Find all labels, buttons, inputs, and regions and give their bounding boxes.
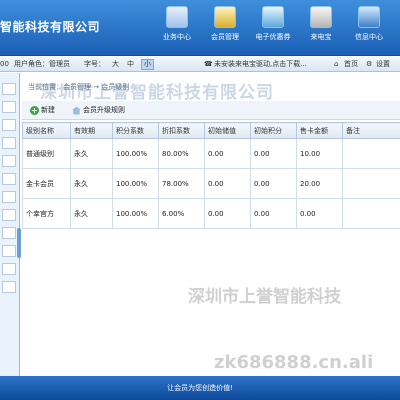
cell-card-price: 10.00 (296, 138, 343, 169)
sidebar-item[interactable] (2, 281, 16, 293)
sidebar-item[interactable] (2, 191, 16, 203)
new-button[interactable]: + 新建 (30, 101, 55, 120)
sidebar-item[interactable] (2, 155, 16, 167)
cell-validity: 永久 (70, 198, 113, 229)
home-icon (72, 106, 81, 115)
user-prefix: 00 (0, 60, 9, 68)
nav-label: 电子优惠券 (255, 33, 291, 41)
nav-label: 来电宝 (310, 33, 332, 41)
user-role: 用户角色：管理员 (14, 60, 70, 68)
home-link[interactable]: 首页 (344, 57, 358, 72)
sidebar-item[interactable] (2, 245, 16, 257)
cell-discount-rate: 80.00% (158, 138, 205, 169)
col-header[interactable]: 折扣系数 (158, 122, 205, 139)
toolbar: + 新建 会员升级规则 (22, 101, 400, 120)
col-header[interactable]: 有效期 (70, 122, 113, 139)
sidebar-item[interactable] (2, 209, 16, 221)
cell-remark (342, 198, 400, 229)
watermark-top: 深圳市上誉智能科技有限公司 (40, 83, 274, 103)
font-large-button[interactable]: 大 (112, 57, 119, 72)
app-header: 智能科技有限公司 业务中心 会员管理 电子优惠券 来电宝 信息中心 (0, 0, 400, 56)
cell-initial-points: 0.00 (250, 138, 297, 169)
nav-business-center[interactable]: 业务中心 (155, 6, 199, 42)
font-small-button[interactable]: 小 (141, 59, 154, 70)
settings-link[interactable]: 设置 (376, 57, 390, 72)
sidebar-item[interactable] (2, 83, 16, 95)
upgrade-rule-button[interactable]: 会员升级规则 (72, 101, 125, 120)
info-center-icon (358, 6, 380, 28)
member-manage-icon (214, 6, 236, 28)
caller-phone-icon (310, 6, 332, 28)
sidebar-item[interactable] (2, 263, 16, 275)
cell-points-rate: 100.00% (112, 198, 159, 229)
cell-initial-points: 0.00 (250, 198, 297, 229)
watermark-middle: 深圳市上誉智能科技 (188, 287, 341, 307)
col-header[interactable]: 备注 (342, 122, 400, 139)
user-bar: 00 用户角色：管理员 字号： 大 中 小 ☎ 未安装来电宝驱动,点击下载...… (0, 57, 400, 72)
col-header[interactable]: 初始储值 (204, 122, 251, 139)
cell-card-price: 20.00 (296, 168, 343, 199)
font-size-label: 字号： (84, 60, 105, 68)
cell-discount-rate: 78.00% (158, 168, 205, 199)
cell-remark (342, 168, 400, 199)
sidebar-item[interactable] (2, 227, 16, 239)
cell-level-name: 普通级别 (22, 138, 71, 169)
cell-initial-balance: 0.00 (204, 198, 251, 229)
cell-initial-points: 0.00 (250, 168, 297, 199)
table-row[interactable]: 普通级别 永久 100.00% 80.00% 0.00 0.00 10.00 (22, 138, 400, 169)
watermark-bottom: zk686888.cn.ali (214, 352, 374, 373)
cell-level-name: 个幸官方 (22, 198, 71, 229)
col-header[interactable]: 售卡金额 (296, 122, 343, 139)
nav-coupon[interactable]: 电子优惠券 (251, 6, 295, 42)
col-header[interactable]: 级别名称 (22, 122, 71, 139)
member-level-table: 级别名称 有效期 积分系数 折扣系数 初始储值 初始积分 售卡金额 备注 普通级… (22, 122, 400, 229)
cell-validity: 永久 (70, 168, 113, 199)
cell-discount-rate: 6.00% (158, 198, 205, 229)
cell-initial-balance: 0.00 (204, 168, 251, 199)
cell-level-name: 金卡会员 (22, 168, 71, 199)
table-row[interactable]: 个幸官方 永久 100.00% 6.00% 0.00 0.00 0.00 (22, 198, 400, 229)
sidebar-toggle-handle[interactable] (17, 228, 21, 258)
cell-validity: 永久 (70, 138, 113, 169)
col-header[interactable]: 积分系数 (112, 122, 159, 139)
font-mid-button[interactable]: 中 (127, 57, 134, 72)
sidebar-item[interactable] (2, 173, 16, 185)
table-header-row: 级别名称 有效期 积分系数 折扣系数 初始储值 初始积分 售卡金额 备注 (22, 122, 400, 139)
sidebar (0, 73, 20, 376)
cell-points-rate: 100.00% (112, 168, 159, 199)
plus-icon: + (30, 106, 39, 115)
driver-download-link[interactable]: 未安装来电宝驱动,点击下载... (214, 57, 307, 72)
nav-label: 会员管理 (211, 33, 239, 41)
table-row[interactable]: 金卡会员 永久 100.00% 78.00% 0.00 0.00 20.00 (22, 168, 400, 199)
nav-info-center[interactable]: 信息中心 (347, 6, 391, 42)
upgrade-rule-label: 会员升级规则 (83, 106, 125, 114)
home-icon: ⌂ (334, 60, 339, 68)
sidebar-item[interactable] (2, 101, 16, 113)
new-button-label: 新建 (41, 106, 55, 114)
nav-label: 业务中心 (163, 33, 191, 41)
sidebar-item[interactable] (2, 137, 16, 149)
phone-icon: ☎ (204, 60, 213, 68)
col-header[interactable]: 初始积分 (250, 122, 297, 139)
nav-label: 信息中心 (355, 33, 383, 41)
business-center-icon (166, 6, 188, 28)
footer-slogan: 让会员为您创造价值! (0, 376, 400, 400)
cell-points-rate: 100.00% (112, 138, 159, 169)
gear-icon: ⚙ (366, 60, 373, 68)
coupon-icon (262, 6, 284, 28)
company-name: 智能科技有限公司 (0, 20, 101, 34)
cell-initial-balance: 0.00 (204, 138, 251, 169)
sidebar-item[interactable] (2, 119, 16, 131)
nav-caller-phone[interactable]: 来电宝 (299, 6, 343, 42)
nav-member-manage[interactable]: 会员管理 (203, 6, 247, 42)
cell-remark (342, 138, 400, 169)
cell-card-price: 0.00 (296, 198, 343, 229)
